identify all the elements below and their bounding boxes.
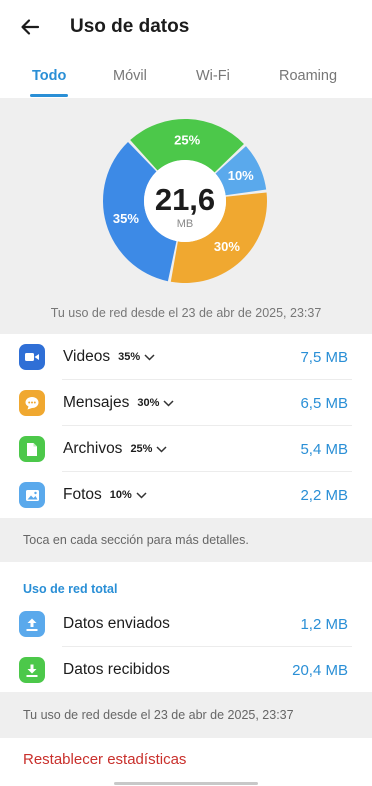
row-value: 20,4 MB: [292, 661, 348, 679]
category-label: Mensajes: [63, 394, 130, 411]
chevron-down-icon: [156, 445, 167, 453]
donut-slice-label: 30%: [214, 239, 240, 254]
category-label: Fotos: [63, 486, 102, 503]
home-indicator: [114, 782, 258, 785]
tab-bar: Todo Móvil Wi-Fi Roaming: [0, 54, 372, 98]
row-datos-enviados[interactable]: Datos enviados 1,2 MB: [0, 601, 372, 647]
donut-slice-label: 25%: [174, 133, 200, 148]
category-value: 7,5 MB: [300, 348, 348, 366]
row-datos-recibidos[interactable]: Datos recibidos 20,4 MB: [0, 647, 372, 693]
category-value: 2,2 MB: [300, 486, 348, 504]
category-percent: 30%: [137, 397, 160, 409]
chart-panel: 35% 25% 10% 30% 21,6 MB: [0, 98, 372, 334]
chevron-down-icon: [136, 491, 147, 499]
category-percent: 35%: [118, 351, 141, 363]
row-value: 1,2 MB: [300, 615, 348, 633]
center-unit: MB: [177, 218, 194, 230]
app-header: Uso de datos: [0, 0, 372, 54]
tab-roaming[interactable]: Roaming: [279, 68, 337, 84]
total-usage-list: Datos enviados 1,2 MB Datos recibidos 20…: [0, 601, 372, 693]
category-label: Videos: [63, 348, 111, 365]
category-row-fotos[interactable]: Fotos 10% 2,2 MB: [0, 472, 372, 518]
chevron-down-icon: [163, 399, 174, 407]
tab-todo[interactable]: Todo: [32, 68, 66, 84]
row-label: Datos recibidos: [63, 661, 170, 678]
download-icon: [19, 657, 45, 683]
back-arrow-icon[interactable]: [18, 15, 42, 39]
usage-since-text: Tu uso de red desde el 23 de abr de 2025…: [50, 306, 322, 320]
usage-since-bottom: Tu uso de red desde el 23 de abr de 2025…: [0, 692, 372, 738]
row-label: Datos enviados: [63, 615, 170, 632]
category-label: Archivos: [63, 440, 123, 457]
file-icon: [19, 436, 45, 462]
reset-stats-button[interactable]: Restablecer estadísticas: [23, 751, 186, 768]
category-value: 6,5 MB: [300, 394, 348, 412]
tab-movil[interactable]: Móvil: [113, 68, 147, 84]
message-icon: [19, 390, 45, 416]
donut-slice-label: 10%: [228, 168, 254, 183]
hint-text: Toca en cada sección para más detalles.: [0, 518, 372, 562]
center-value: 21,6: [155, 182, 215, 217]
tab-wifi[interactable]: Wi-Fi: [196, 68, 230, 84]
photo-icon: [19, 482, 45, 508]
section-title-total: Uso de red total: [23, 582, 118, 596]
category-row-mensajes[interactable]: Mensajes 30% 6,5 MB: [0, 380, 372, 426]
usage-donut-chart: 35% 25% 10% 30% 21,6 MB: [102, 119, 268, 283]
chevron-down-icon: [144, 353, 155, 361]
upload-icon: [19, 611, 45, 637]
category-row-videos[interactable]: Videos 35% 7,5 MB: [0, 334, 372, 380]
active-tab-indicator: [30, 94, 68, 97]
category-value: 5,4 MB: [300, 440, 348, 458]
donut-slice-label: 35%: [113, 211, 139, 226]
category-row-archivos[interactable]: Archivos 25% 5,4 MB: [0, 426, 372, 472]
category-percent: 25%: [130, 443, 153, 455]
video-icon: [19, 344, 45, 370]
page-title: Uso de datos: [70, 16, 190, 37]
category-list: Videos 35% 7,5 MB Mensajes 30% 6,5 MB Ar…: [0, 334, 372, 518]
category-percent: 10%: [109, 489, 132, 501]
